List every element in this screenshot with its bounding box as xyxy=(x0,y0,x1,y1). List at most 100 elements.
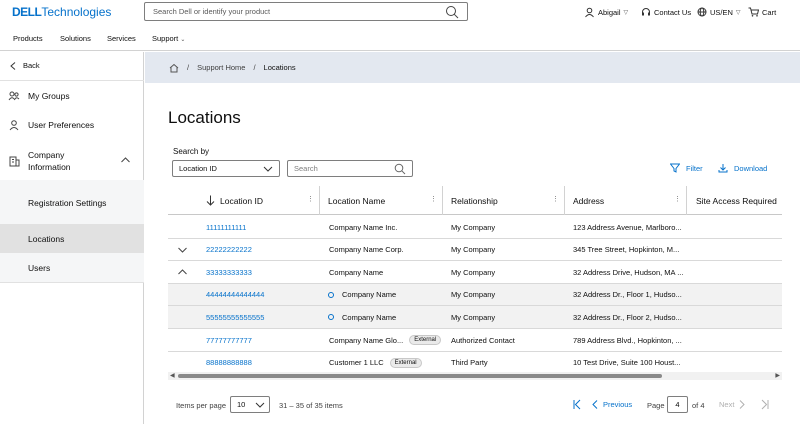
nav-support[interactable]: Support ⌄ xyxy=(152,34,185,43)
filter-button[interactable]: Filter xyxy=(670,163,703,173)
column-header-relationship[interactable]: Relationship ⋮ xyxy=(443,186,565,215)
chevron-down-icon: ▽ xyxy=(623,10,629,16)
column-label: Address xyxy=(573,195,605,206)
sub-location-icon xyxy=(328,291,334,298)
breadcrumb: / Support Home / Locations xyxy=(145,52,800,83)
location-id-link[interactable]: 77777777777 xyxy=(206,336,252,345)
column-label: Location ID xyxy=(220,195,263,206)
location-id-link[interactable]: 44444444444444 xyxy=(206,290,264,299)
column-header-location-id[interactable]: Location ID ⋮ xyxy=(168,186,320,215)
sidebar-item-registration-settings[interactable]: Registration Settings xyxy=(0,188,116,218)
table-row[interactable]: 77777777777 Company Name Glo... External Au… xyxy=(168,329,782,352)
column-header-site-access-required[interactable]: Site Access Required xyxy=(687,186,782,215)
search-icon[interactable] xyxy=(394,163,406,175)
first-page-icon[interactable] xyxy=(572,399,582,410)
location-id-link[interactable]: 33333333333 xyxy=(206,268,252,277)
chevron-left-icon xyxy=(592,400,598,409)
table-row[interactable]: 55555555555555 Company Name My Company 32 A… xyxy=(168,306,782,329)
nav-products[interactable]: Products xyxy=(13,34,43,43)
table-row[interactable]: 33333333333 Company Name My Company 32 Addr… xyxy=(168,261,782,284)
download-label: Download xyxy=(734,163,768,173)
sidebar-item-user-preferences[interactable]: User Preferences xyxy=(0,118,144,132)
breadcrumb-support-home[interactable]: Support Home xyxy=(197,63,245,72)
search-by-select[interactable]: Location ID xyxy=(172,160,280,177)
globe-icon xyxy=(697,7,707,17)
previous-page-button[interactable]: Previous xyxy=(592,400,632,409)
location-name: Company Name Glo... xyxy=(329,335,404,345)
location-id-cell: 11111111111 xyxy=(206,216,316,238)
location-id-cell: 88888888888 xyxy=(206,352,316,370)
column-menu-icon[interactable]: ⋮ xyxy=(552,196,559,203)
table-row[interactable]: 11111111111 Company Name Inc. My Company 12… xyxy=(168,216,782,239)
sidebar-subitem-label: Locations xyxy=(28,233,65,244)
column-menu-icon[interactable]: ⋮ xyxy=(430,196,437,203)
address-cell: 789 Address Blvd., Hopkinton, ... xyxy=(573,335,682,345)
breadcrumb-separator: / xyxy=(187,63,190,72)
column-menu-icon[interactable]: ⋮ xyxy=(307,196,314,203)
scroll-left-icon[interactable]: ◀ xyxy=(170,372,175,379)
dell-logo[interactable]: DELL Technologies xyxy=(12,5,111,19)
chevron-down-icon xyxy=(263,166,273,172)
search-icon[interactable] xyxy=(445,5,459,19)
scrollbar-thumb[interactable] xyxy=(178,374,662,378)
global-search-input[interactable]: Search Dell or identify your product xyxy=(144,2,468,21)
location-id-cell: 22222222222 xyxy=(206,239,316,261)
sidebar-item-company-information[interactable]: Company Information xyxy=(0,148,144,174)
table-search-input[interactable]: Search xyxy=(287,160,413,177)
horizontal-scrollbar[interactable]: ◀ ▶ xyxy=(168,372,782,380)
items-per-page-select[interactable]: 10 xyxy=(230,396,270,413)
location-name-cell: Company Name xyxy=(329,261,441,283)
location-name: Company Name Inc. xyxy=(329,222,398,232)
location-id-link[interactable]: 55555555555555 xyxy=(206,313,264,322)
chevron-up-icon[interactable] xyxy=(178,269,187,275)
scroll-right-icon[interactable]: ▶ xyxy=(775,372,780,379)
items-range: 31 – 35 of 35 items xyxy=(279,401,343,410)
contact-us-link[interactable]: Contact Us xyxy=(641,7,691,17)
account-menu[interactable]: Abigail ▽ xyxy=(584,7,628,18)
location-id-link[interactable]: 11111111111 xyxy=(206,223,246,232)
nav-support-label: Support xyxy=(152,34,179,43)
location-id-cell: 55555555555555 xyxy=(206,306,316,328)
locale-menu[interactable]: US/EN ▽ xyxy=(697,7,741,17)
location-id-link[interactable]: 22222222222 xyxy=(206,245,252,254)
home-icon[interactable] xyxy=(169,63,179,73)
sidebar-item-locations[interactable]: Locations xyxy=(0,224,144,253)
user-icon xyxy=(585,7,594,18)
sidebar-item-my-groups[interactable]: My Groups xyxy=(0,89,144,103)
contact-us-label: Contact Us xyxy=(654,7,692,17)
sort-down-icon[interactable] xyxy=(206,195,215,206)
location-name-cell: Company Name Inc. xyxy=(329,216,441,238)
download-button[interactable]: Download xyxy=(718,163,767,173)
pagination: Items per page 10 31 – 35 of 35 items Pr… xyxy=(168,396,782,414)
table-row[interactable]: 44444444444444 Company Name My Company 32 A… xyxy=(168,283,782,307)
page-number-input[interactable]: 4 xyxy=(667,396,688,413)
table-row[interactable]: 88888888888 Customer 1 LLC External Third P… xyxy=(168,352,782,370)
cart-label: Cart xyxy=(762,7,777,17)
sidebar-item-label: My Groups xyxy=(28,91,70,101)
table-header: Location ID ⋮ Location Name ⋮ Relationsh… xyxy=(168,186,782,215)
nav-services[interactable]: Services xyxy=(107,34,136,43)
last-page-icon[interactable] xyxy=(760,399,770,410)
next-page-button[interactable]: Next xyxy=(719,400,746,409)
column-header-address[interactable]: Address ⋮ xyxy=(565,186,687,215)
external-badge: External xyxy=(389,357,422,368)
nav-solutions[interactable]: Solutions xyxy=(60,34,91,43)
table-search-placeholder: Search xyxy=(294,164,318,173)
breadcrumb-current: Locations xyxy=(263,63,296,72)
chevron-up-icon[interactable] xyxy=(121,157,130,163)
sidebar-subitem-label: Registration Settings xyxy=(28,198,107,208)
back-link[interactable]: Back xyxy=(10,61,40,70)
sidebar-item-users[interactable]: Users xyxy=(0,254,144,282)
page-number-value: 4 xyxy=(675,400,680,409)
location-id-link[interactable]: 88888888888 xyxy=(206,358,252,367)
sidebar-divider xyxy=(0,282,144,283)
cart-link[interactable]: Cart xyxy=(748,7,776,17)
search-placeholder: Search Dell or identify your product xyxy=(153,7,271,16)
column-menu-icon[interactable]: ⋮ xyxy=(674,196,681,203)
location-name: Company Name xyxy=(342,290,397,300)
table-row[interactable]: 22222222222 Company Name Corp. My Company 3… xyxy=(168,239,782,262)
relationship-cell: Third Party xyxy=(451,358,488,368)
column-header-location-name[interactable]: Location Name ⋮ xyxy=(320,186,443,215)
chevron-down-icon[interactable] xyxy=(178,247,187,253)
location-name-cell: Customer 1 LLC External xyxy=(329,352,441,370)
